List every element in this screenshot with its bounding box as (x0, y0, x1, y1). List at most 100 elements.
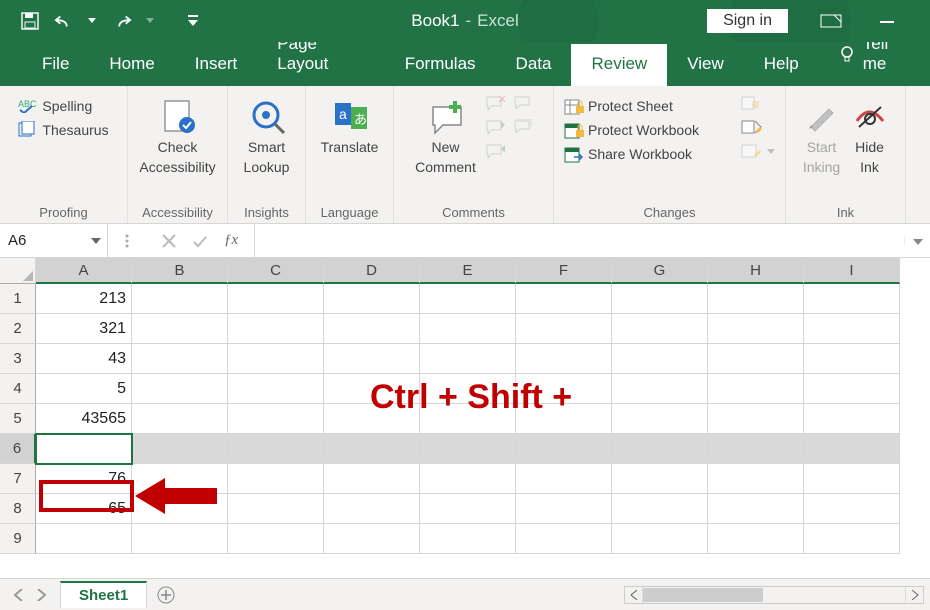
row-header[interactable]: 3 (0, 344, 36, 374)
cell[interactable] (132, 404, 228, 434)
cell[interactable]: 43 (36, 344, 132, 374)
col-header-a[interactable]: A (36, 258, 132, 284)
col-header-e[interactable]: E (420, 258, 516, 284)
cell[interactable] (708, 344, 804, 374)
cell[interactable] (516, 314, 612, 344)
undo-icon[interactable] (54, 11, 74, 31)
tab-review[interactable]: Review (571, 44, 667, 86)
cell[interactable] (132, 344, 228, 374)
cell[interactable] (420, 374, 516, 404)
allow-edit-button[interactable] (741, 119, 775, 137)
cell[interactable] (36, 524, 132, 554)
translate-button[interactable]: aあ Translate (321, 91, 379, 155)
cell[interactable]: 76 (36, 464, 132, 494)
new-sheet-button[interactable] (147, 586, 185, 604)
row-header[interactable]: 4 (0, 374, 36, 404)
cell[interactable] (612, 524, 708, 554)
expand-formula-bar-icon[interactable] (904, 237, 930, 245)
cell[interactable] (804, 404, 900, 434)
spelling-button[interactable]: ABC Spelling (18, 97, 108, 115)
horizontal-scrollbar[interactable] (624, 586, 924, 604)
col-header-g[interactable]: G (612, 258, 708, 284)
tab-data[interactable]: Data (496, 44, 572, 86)
cell[interactable] (612, 314, 708, 344)
cell[interactable] (804, 314, 900, 344)
cell[interactable] (420, 284, 516, 314)
row-header[interactable]: 1 (0, 284, 36, 314)
cell[interactable] (516, 404, 612, 434)
start-inking-button[interactable]: Start Inking (803, 91, 841, 175)
cell[interactable] (708, 524, 804, 554)
cell[interactable] (228, 374, 324, 404)
sheet-nav-next-icon[interactable] (36, 589, 46, 601)
cell[interactable] (132, 374, 228, 404)
cell[interactable] (228, 464, 324, 494)
cell[interactable] (132, 284, 228, 314)
save-icon[interactable] (20, 11, 40, 31)
cell[interactable] (324, 524, 420, 554)
cell[interactable] (324, 434, 420, 464)
cell[interactable] (228, 524, 324, 554)
tab-insert[interactable]: Insert (175, 44, 258, 86)
dropdown-icon[interactable] (88, 14, 98, 28)
track-changes-button[interactable] (741, 143, 775, 161)
thesaurus-button[interactable]: Thesaurus (18, 121, 108, 139)
cell[interactable] (804, 464, 900, 494)
cell[interactable] (324, 494, 420, 524)
row-header[interactable]: 5 (0, 404, 36, 434)
cell[interactable] (708, 284, 804, 314)
cell[interactable]: 213 (36, 284, 132, 314)
scroll-left-icon[interactable] (625, 587, 643, 603)
tab-help[interactable]: Help (744, 44, 819, 86)
dropdown-icon[interactable] (91, 238, 101, 244)
cell[interactable] (228, 284, 324, 314)
cell[interactable] (708, 464, 804, 494)
cell[interactable] (420, 464, 516, 494)
cell[interactable] (324, 374, 420, 404)
fx-label[interactable]: ƒx (224, 232, 238, 249)
row-header[interactable]: 9 (0, 524, 36, 554)
scroll-thumb[interactable] (643, 588, 763, 602)
cell[interactable] (324, 344, 420, 374)
show-comment-button[interactable] (514, 95, 532, 113)
cell[interactable] (420, 434, 516, 464)
cell[interactable] (708, 494, 804, 524)
cell[interactable] (804, 344, 900, 374)
cell[interactable] (516, 494, 612, 524)
cell[interactable] (804, 374, 900, 404)
tab-formulas[interactable]: Formulas (385, 44, 496, 86)
cell[interactable] (228, 494, 324, 524)
smart-lookup-button[interactable]: Smart Lookup (244, 91, 290, 175)
cell[interactable] (804, 284, 900, 314)
name-box[interactable]: A6 (0, 224, 108, 257)
cell[interactable] (612, 344, 708, 374)
row-header[interactable]: 6 (0, 434, 36, 464)
row-header[interactable]: 7 (0, 464, 36, 494)
col-header-d[interactable]: D (324, 258, 420, 284)
cell[interactable] (420, 344, 516, 374)
cell[interactable] (516, 464, 612, 494)
cell[interactable] (708, 374, 804, 404)
col-header-b[interactable]: B (132, 258, 228, 284)
cell[interactable] (132, 464, 228, 494)
cell[interactable] (132, 524, 228, 554)
cell[interactable] (516, 344, 612, 374)
new-comment-button[interactable]: New Comment (415, 91, 476, 175)
cell[interactable] (132, 434, 228, 464)
qat-customize-icon[interactable] (188, 14, 198, 28)
sheet-tab[interactable]: Sheet1 (60, 581, 147, 608)
dropdown-icon[interactable] (146, 14, 156, 28)
cell[interactable] (612, 434, 708, 464)
cell[interactable] (228, 434, 324, 464)
cell[interactable] (324, 284, 420, 314)
share-workbook-button[interactable]: Share Workbook (564, 145, 731, 163)
cell[interactable] (228, 314, 324, 344)
cell[interactable] (420, 494, 516, 524)
cell[interactable]: 321 (36, 314, 132, 344)
select-all-corner[interactable] (0, 258, 36, 284)
cell[interactable] (324, 314, 420, 344)
redo-icon[interactable] (112, 11, 132, 31)
cell[interactable] (612, 284, 708, 314)
cell[interactable] (804, 434, 900, 464)
check-accessibility-button[interactable]: Check Accessibility (139, 91, 215, 175)
